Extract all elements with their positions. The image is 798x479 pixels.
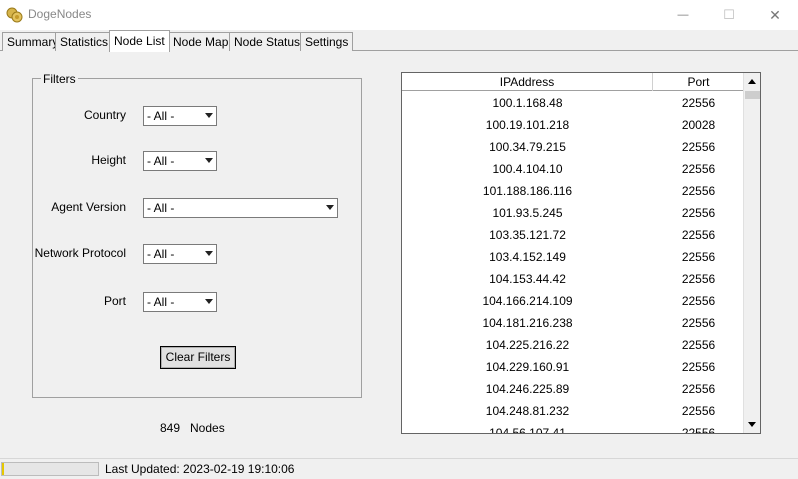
cell-port: 22556 (681, 184, 716, 198)
last-updated-text: Last Updated: 2023-02-19 19:10:06 (105, 462, 295, 476)
cell-port: 22556 (681, 96, 716, 110)
minimize-button[interactable]: — (660, 0, 706, 30)
cell-ipaddress: 100.1.168.48 (492, 96, 563, 110)
title-bar: DogeNodes — ☐ ✕ (0, 0, 798, 30)
table-row[interactable]: 104.229.160.91 22556 (402, 356, 744, 378)
scroll-down-icon[interactable] (744, 416, 760, 433)
country-label: Country (83, 108, 126, 122)
cell-ipaddress: 104.153.44.42 (489, 272, 566, 286)
vertical-scrollbar[interactable] (743, 73, 760, 433)
cell-port: 22556 (681, 294, 716, 308)
country-select[interactable]: - All - (143, 106, 217, 126)
tab-node-list[interactable]: Node List (109, 30, 170, 52)
table-row[interactable]: 104.153.44.42 22556 (402, 268, 744, 290)
table-row[interactable]: 100.19.101.218 20028 (402, 114, 744, 136)
port-label: Port (103, 294, 126, 308)
maximize-button[interactable]: ☐ (706, 0, 752, 30)
window-title: DogeNodes (28, 7, 92, 21)
chevron-down-icon (205, 251, 213, 256)
cell-port: 20028 (681, 118, 716, 132)
cell-port: 22556 (681, 316, 716, 330)
table-row[interactable]: 100.1.168.48 22556 (402, 92, 744, 114)
table-rows: 100.1.168.48 22556 100.19.101.218 20028 100.… (402, 92, 744, 434)
table-row[interactable]: 100.34.79.215 22556 (402, 136, 744, 158)
height-select[interactable]: - All - (143, 151, 217, 171)
chevron-down-icon (205, 113, 213, 118)
network-protocol-label: Network Protocol (34, 246, 126, 260)
minimize-icon: — (677, 9, 689, 21)
cell-port: 22556 (681, 360, 716, 374)
scroll-up-icon[interactable] (744, 73, 760, 90)
cell-ipaddress: 100.4.104.10 (492, 162, 563, 176)
table-row[interactable]: 104.181.216.238 22556 (402, 312, 744, 334)
node-count: 849 (160, 421, 181, 435)
cell-port: 22556 (681, 404, 716, 418)
clear-filters-button[interactable]: Clear Filters (160, 346, 236, 369)
tab-strip: Summary Statistics Node List Node Map No… (0, 30, 798, 52)
tab-node-status[interactable]: Node Status (229, 32, 306, 51)
cell-ipaddress: 104.246.225.89 (485, 382, 570, 396)
tab-settings[interactable]: Settings (300, 32, 354, 51)
chevron-down-icon (205, 299, 213, 304)
table-row[interactable]: 104.225.216.22 22556 (402, 334, 744, 356)
cell-ipaddress: 104.166.214.109 (482, 294, 573, 308)
maximize-icon: ☐ (723, 7, 735, 22)
cell-port: 22556 (681, 426, 716, 434)
progress-bar (1, 462, 99, 476)
close-icon: ✕ (769, 6, 781, 23)
cell-port: 22556 (681, 206, 716, 220)
height-label: Height (91, 153, 126, 167)
cell-ipaddress: 100.19.101.218 (485, 118, 570, 132)
cell-ipaddress: 104.248.81.232 (485, 404, 570, 418)
cell-port: 22556 (681, 140, 716, 154)
cell-port: 22556 (681, 272, 716, 286)
table-row[interactable]: 103.4.152.149 22556 (402, 246, 744, 268)
node-list-panel: Filters Country - All - Height - All - A… (0, 51, 798, 458)
node-count-unit: Nodes (190, 421, 225, 435)
cell-ipaddress: 104.225.216.22 (485, 338, 570, 352)
table-header: IPAddress Port (402, 73, 744, 91)
progress-fill (2, 463, 4, 475)
cell-ipaddress: 100.34.79.215 (489, 140, 566, 154)
filters-legend: Filters (41, 72, 78, 86)
cell-ipaddress: 104.229.160.91 (485, 360, 570, 374)
tab-node-map[interactable]: Node Map (168, 32, 234, 51)
table-row[interactable]: 103.35.121.72 22556 (402, 224, 744, 246)
cell-port: 22556 (681, 228, 716, 242)
table-row[interactable]: 100.4.104.10 22556 (402, 158, 744, 180)
column-header-port[interactable]: Port (653, 73, 744, 91)
cell-ipaddress: 103.4.152.149 (489, 250, 566, 264)
filters-group: Filters Country - All - Height - All - A… (32, 72, 362, 398)
status-bar: Last Updated: 2023-02-19 19:10:06 (0, 458, 798, 479)
scrollbar-thumb[interactable] (745, 91, 760, 99)
cell-ipaddress: 101.93.5.245 (492, 206, 563, 220)
cell-ipaddress: 104.181.216.238 (482, 316, 573, 330)
column-header-ipaddress[interactable]: IPAddress (402, 73, 653, 91)
cell-port: 22556 (681, 382, 716, 396)
table-row[interactable]: 104.166.214.109 22556 (402, 290, 744, 312)
cell-ipaddress: 104.56.107.41 (489, 426, 566, 434)
node-table[interactable]: IPAddress Port 100.1.168.48 22556 100.19.1… (401, 72, 761, 434)
table-row[interactable]: 101.93.5.245 22556 (402, 202, 744, 224)
agent-version-label: Agent Version (51, 200, 126, 214)
chevron-down-icon (326, 205, 334, 210)
cell-port: 22556 (681, 338, 716, 352)
table-row[interactable]: 101.188.186.116 22556 (402, 180, 744, 202)
port-select[interactable]: - All - (143, 292, 217, 312)
doge-coin-icon (6, 7, 23, 23)
cell-port: 22556 (681, 250, 716, 264)
table-row[interactable]: 104.56.107.41 22556 (402, 422, 744, 434)
network-protocol-select[interactable]: - All - (143, 244, 217, 264)
chevron-down-icon (205, 158, 213, 163)
close-button[interactable]: ✕ (752, 0, 798, 30)
cell-ipaddress: 101.188.186.116 (482, 184, 573, 198)
cell-port: 22556 (681, 162, 716, 176)
cell-ipaddress: 103.35.121.72 (489, 228, 566, 242)
agent-version-select[interactable]: - All - (143, 198, 338, 218)
table-row[interactable]: 104.246.225.89 22556 (402, 378, 744, 400)
table-row[interactable]: 104.248.81.232 22556 (402, 400, 744, 422)
tab-statistics[interactable]: Statistics (55, 32, 114, 51)
